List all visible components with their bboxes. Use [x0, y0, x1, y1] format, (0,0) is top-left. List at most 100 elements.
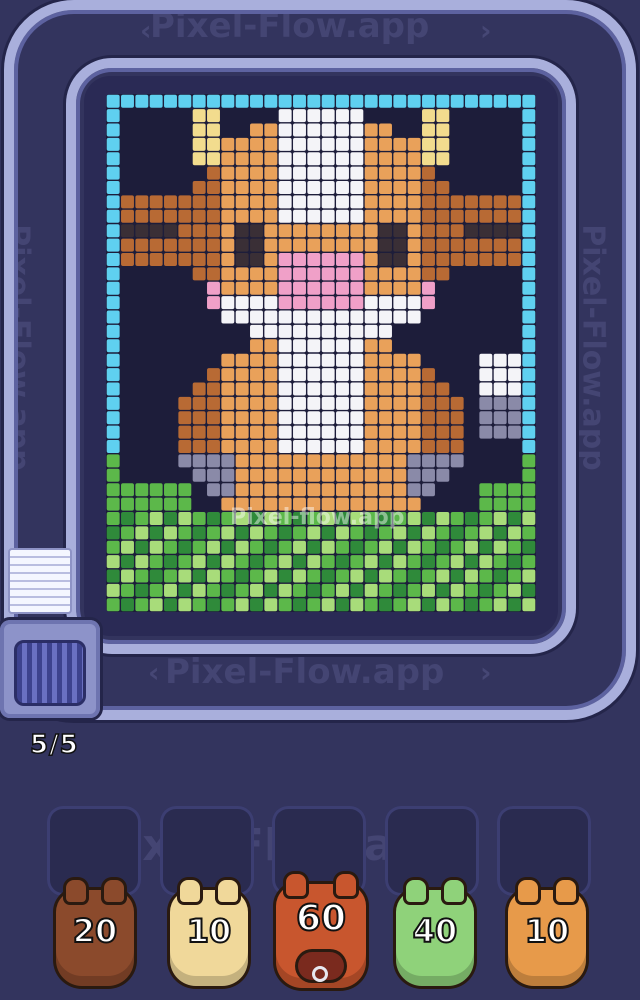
pixel-cell [407, 526, 421, 540]
pixel-cell [422, 238, 435, 252]
pixel-cell [164, 555, 177, 569]
pixel-cell [407, 598, 421, 612]
ear-icon [556, 880, 576, 902]
pixel-cell [250, 540, 263, 554]
pixel-cell [106, 281, 120, 295]
pixel-cell [393, 252, 407, 266]
pixel-cell [307, 583, 321, 597]
pixel-art-board[interactable] [106, 94, 536, 612]
pixel-cell [321, 483, 335, 497]
pixel-cell [350, 368, 364, 382]
pixel-cell [307, 94, 321, 108]
pixel-cell [407, 137, 421, 151]
pixel-cell [436, 181, 450, 195]
pixel-cell [250, 425, 263, 439]
pixel-cell [422, 267, 435, 281]
pixel-cell [250, 382, 263, 396]
pixel-cell [407, 368, 421, 382]
pixel-cell [493, 195, 507, 209]
slot-1[interactable] [47, 806, 141, 896]
pixel-cell [221, 209, 235, 223]
pixel-cell [465, 569, 478, 583]
pixel-cell [307, 569, 321, 583]
pixel-cell [264, 339, 278, 353]
pixel-cell [479, 238, 493, 252]
pixel-cell [307, 123, 321, 137]
pixel-cell [106, 181, 120, 195]
pixel-cell [293, 483, 306, 497]
shooter-pig-4[interactable]: 40 [396, 880, 474, 986]
pixel-cell [393, 569, 407, 583]
pixel-cell [422, 583, 435, 597]
pixel-cell [121, 195, 134, 209]
pixel-cell [465, 511, 478, 525]
pixel-cell [278, 540, 292, 554]
pixel-cell [207, 511, 220, 525]
pixel-cell [106, 483, 120, 497]
pixel-cell [522, 468, 536, 482]
pixel-cell [407, 483, 421, 497]
pixel-cell [321, 252, 335, 266]
pixel-cell [235, 296, 249, 310]
pixel-cell [522, 368, 536, 382]
shooter-pig-3[interactable]: 60 [276, 874, 366, 988]
pixel-cell [350, 411, 364, 425]
pixel-cell [350, 324, 364, 338]
pixel-cell [336, 526, 349, 540]
pixel-cell [178, 396, 192, 410]
pixel-cell [192, 468, 206, 482]
slot-5[interactable] [497, 806, 591, 896]
pixel-cell [350, 137, 364, 151]
pixel-cell [264, 353, 278, 367]
pixel-cell [436, 137, 450, 151]
pixel-cell [350, 123, 364, 137]
pixel-cell [522, 137, 536, 151]
pixel-cell [436, 583, 450, 597]
dispenser-counter: 5/5 [29, 729, 79, 761]
pixel-cell [307, 310, 321, 324]
pixel-cell [121, 209, 134, 223]
pixel-cell [106, 468, 120, 482]
pixel-cell [307, 382, 321, 396]
shooter-pig-2[interactable]: 10 [170, 880, 248, 986]
pixel-cell [235, 511, 249, 525]
pixel-cell [135, 94, 149, 108]
pixel-cell [364, 368, 378, 382]
shooter-pig-5[interactable]: 10 [508, 880, 586, 986]
pixel-cell [178, 252, 192, 266]
pixel-cell [235, 483, 249, 497]
pixel-cell [379, 252, 392, 266]
pixel-cell [321, 238, 335, 252]
pixel-cell [293, 540, 306, 554]
pixel-cell [493, 368, 507, 382]
pixel-cell [336, 152, 349, 166]
pixel-cell [178, 440, 192, 454]
pixel-cell [436, 440, 450, 454]
pixel-cell [522, 281, 536, 295]
pixel-cell [350, 555, 364, 569]
pixel-cell [207, 281, 220, 295]
slot-4[interactable] [385, 806, 479, 896]
pixel-cell [493, 425, 507, 439]
pixel-cell [207, 526, 220, 540]
pixel-cell [278, 511, 292, 525]
pixel-cell [235, 252, 249, 266]
pixel-cell [479, 483, 493, 497]
shooter-pig-1[interactable]: 20 [56, 880, 134, 986]
pixel-cell [192, 195, 206, 209]
pixel-cell [336, 555, 349, 569]
pixel-cell [235, 195, 249, 209]
pixel-cell [221, 454, 235, 468]
pixel-cell [522, 396, 536, 410]
pixel-cell [293, 511, 306, 525]
pixel-cell [106, 252, 120, 266]
pixel-cell [307, 483, 321, 497]
pixel-cell [422, 526, 435, 540]
pixel-cell [450, 209, 464, 223]
pixel-cell [450, 569, 464, 583]
pixel-cell [321, 195, 335, 209]
slot-2[interactable] [160, 806, 254, 896]
pixel-cell [364, 339, 378, 353]
pixel-cell [250, 310, 263, 324]
pixel-cell [106, 339, 120, 353]
